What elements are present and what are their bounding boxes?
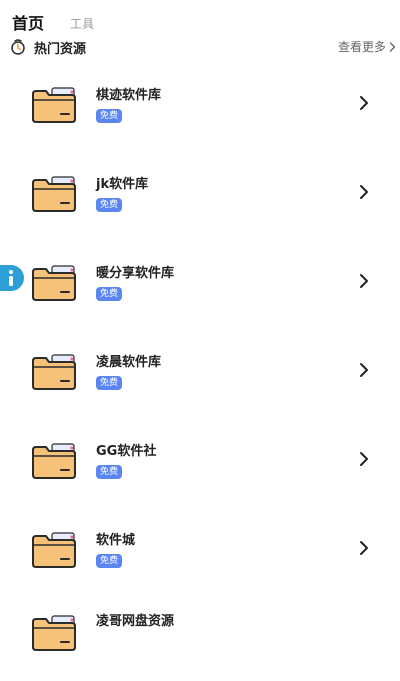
folder-icon xyxy=(30,442,78,480)
free-badge: 免费 xyxy=(96,198,123,212)
list-item[interactable]: 暖分享软件库 免费 xyxy=(0,236,400,325)
tab-home[interactable]: 首页 xyxy=(12,10,44,34)
chevron-right-icon xyxy=(358,451,370,467)
item-name: 凌哥网盘资源 xyxy=(96,614,175,629)
folder-icon xyxy=(30,531,78,569)
section-title: 热门资源 xyxy=(34,41,87,57)
chevron-right-icon xyxy=(358,362,370,378)
item-name: 软件城 xyxy=(96,533,136,548)
chevron-right-icon xyxy=(358,95,370,111)
list-item[interactable]: 凌晨软件库 免费 xyxy=(0,325,400,414)
see-more-label: 查看更多 xyxy=(337,40,386,54)
item-name: 凌晨软件库 xyxy=(96,355,162,370)
list-item[interactable]: GG软件社 免费 xyxy=(0,414,400,503)
info-icon[interactable] xyxy=(0,265,24,291)
free-badge: 免费 xyxy=(96,287,123,301)
folder-icon xyxy=(30,175,78,213)
item-name: GG软件社 xyxy=(96,444,157,459)
list-item[interactable]: jk软件库 免费 xyxy=(0,147,400,236)
see-more-link[interactable]: 查看更多 xyxy=(338,38,396,55)
fire-clock-icon xyxy=(10,39,26,55)
item-name: 棋迹软件库 xyxy=(96,88,162,103)
free-badge: 免费 xyxy=(96,109,123,123)
folder-icon xyxy=(30,264,78,302)
chevron-right-icon xyxy=(358,273,370,289)
tab-tools[interactable]: 工具 xyxy=(70,15,94,34)
section-header: 热门资源 查看更多 xyxy=(10,36,396,58)
folder-icon xyxy=(30,353,78,391)
list-item[interactable]: 凌哥网盘资源 xyxy=(0,592,400,681)
folder-icon xyxy=(30,614,78,652)
item-name: 暖分享软件库 xyxy=(96,266,175,281)
chevron-right-icon xyxy=(358,540,370,556)
chevron-right-icon xyxy=(358,184,370,200)
resource-list: 棋迹软件库 免费 jk软件库 免费 暖分享软件库 免费 凌晨软件库 免费 GG软… xyxy=(0,58,400,681)
free-badge: 免费 xyxy=(96,554,123,568)
top-tabs: 首页 工具 xyxy=(12,10,94,34)
item-name: jk软件库 xyxy=(96,177,149,192)
list-item[interactable]: 棋迹软件库 免费 xyxy=(0,58,400,147)
folder-icon xyxy=(30,86,78,124)
free-badge: 免费 xyxy=(96,465,123,479)
free-badge: 免费 xyxy=(96,376,123,390)
list-item[interactable]: 软件城 免费 xyxy=(0,503,400,592)
chevron-right-icon xyxy=(389,41,396,52)
